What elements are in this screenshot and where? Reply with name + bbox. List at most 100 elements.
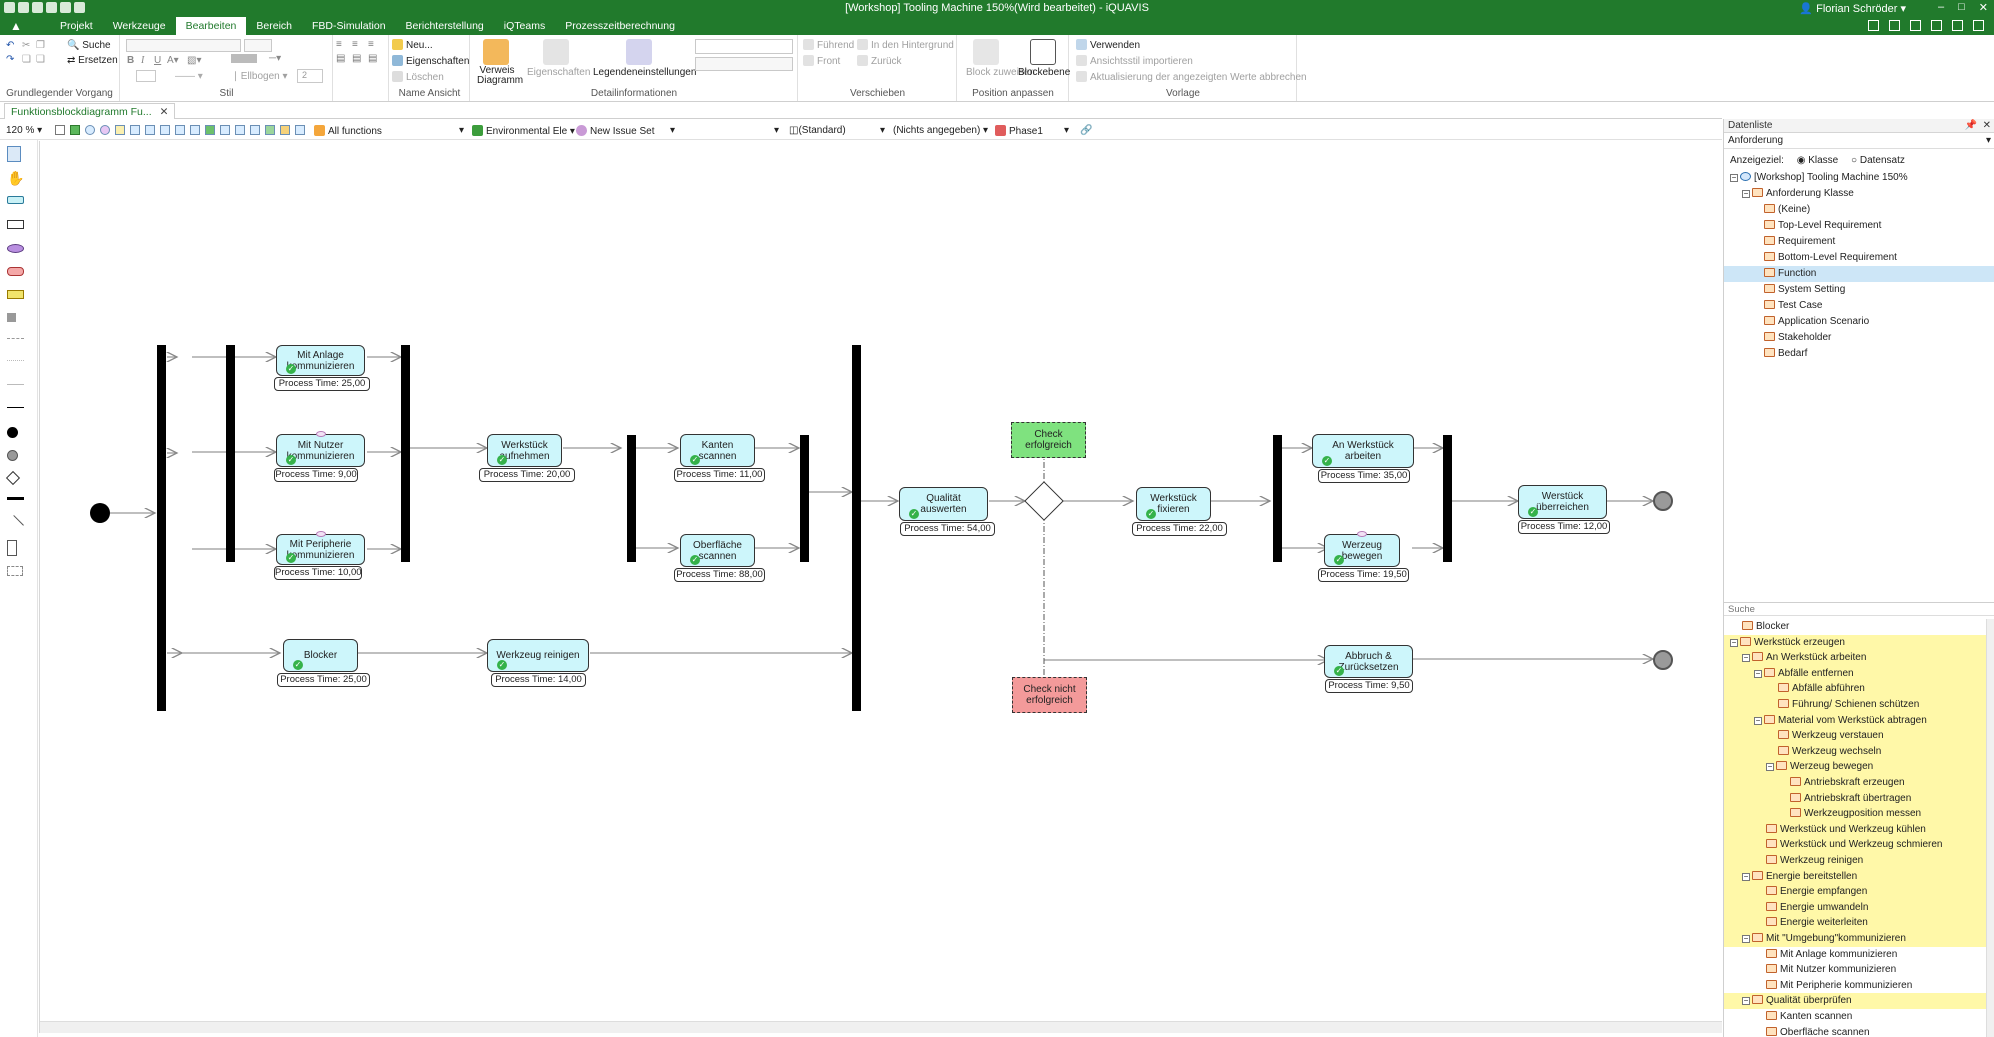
paste-icon[interactable]: ❏ [22,54,31,65]
legend-settings-button[interactable]: Legendeneinstellungen [593,67,696,78]
tab-werkzeuge[interactable]: Werkzeuge [103,17,176,35]
ellbogen-select[interactable]: ∣ Ellbogen ▾ [233,71,288,82]
function-tree-item[interactable]: − Mit "Umgebung"kommunizieren [1724,931,1988,947]
tree-item-bedarf[interactable]: Bedarf [1730,346,1994,362]
search-button[interactable]: 🔍 Suche [67,40,111,51]
link-icon[interactable]: 🔗 [1080,125,1092,136]
issue-set-select[interactable]: New Issue Set [576,125,654,137]
delete-tool-icon[interactable] [250,125,260,135]
functions-select[interactable]: All functions [314,125,382,137]
split-icon[interactable] [1889,20,1900,31]
close-panel-icon[interactable]: ✕ [1983,120,1991,131]
import-style-button[interactable]: Ansichtsstil importieren [1076,55,1193,67]
detail-select-2[interactable] [695,57,793,71]
start-node-tool-icon[interactable] [7,427,18,438]
diagram-canvas[interactable]: Check erfolgreich Check nicht erfolgreic… [39,141,1722,1033]
functions-dropdown-icon[interactable]: ▾ [459,125,464,136]
function-tree-item[interactable]: Oberfläche scannen [1724,1025,1988,1037]
join-bar-work[interactable] [1443,435,1452,562]
phase-dropdown-icon[interactable]: ▾ [1064,125,1069,136]
color-tool-icon[interactable] [280,125,290,135]
tree-item-requirement[interactable]: Requirement [1730,234,1994,250]
new-view-button[interactable]: Neu... [392,39,433,51]
chart-tool-icon[interactable] [235,125,245,135]
minimize-button[interactable]: – [1938,1,1944,14]
tree-item-application-scenario[interactable]: Application Scenario [1730,314,1994,330]
function-tree-item[interactable]: − Qualität überprüfen [1724,993,1988,1009]
shape-style-select[interactable] [136,70,156,82]
font-color-icon[interactable]: A▾ [167,55,179,66]
standard-dropdown-icon[interactable]: ▾ [880,125,885,136]
function-tree-item[interactable]: − Material vom Werkstück abtragen [1724,712,1988,729]
collapse-icon[interactable]: − [1742,190,1750,198]
collapse-icon[interactable]: − [1742,935,1750,943]
redo-icon[interactable]: ↷ [6,54,14,65]
search-icon[interactable] [1931,20,1942,31]
gray-square-tool-icon[interactable] [7,313,16,322]
tree-item-function[interactable]: Function [1724,266,1994,282]
horizontal-scrollbar[interactable] [40,1021,1722,1033]
tree-item-test-case[interactable]: Test Case [1730,298,1994,314]
align-left-icon[interactable]: ≡ [336,39,342,50]
tree-item-system-setting[interactable]: System Setting [1730,282,1994,298]
function-tree-item[interactable]: Blocker [1724,619,1988,635]
function-tree-item[interactable]: Werkzeug verstauen [1724,728,1988,744]
search-field[interactable]: Suche [1724,602,1994,616]
function-tree-item[interactable]: Werkzeug wechseln [1724,743,1988,760]
diagonal-line-tool-icon[interactable] [4,515,24,535]
collapse-icon[interactable]: − [1742,872,1750,881]
properties-view-button[interactable]: Eigenschaften [392,55,469,67]
function-node-peripherie[interactable]: Mit Peripherie kommunizieren ✓ [276,531,365,565]
scissor-tool-icon[interactable] [220,125,230,135]
function-tree-item[interactable]: Antriebskraft übertragen [1724,790,1988,807]
align-bottom-icon[interactable]: ▤ [368,53,377,64]
app-logo-icon[interactable]: ▲ [10,19,28,33]
tree-item-keine[interactable]: (Keine) [1730,202,1994,218]
trapezoid-tool-icon[interactable] [7,290,24,299]
tree-item-anforderung-klasse[interactable]: − Anforderung Klasse [1730,186,1994,202]
pin-icon[interactable]: 📌 [1965,120,1977,131]
tab-prozesszeitberechnung[interactable]: Prozesszeitberechnung [555,17,685,35]
reference-diagram-button[interactable]: Verweis Diagramm [477,66,523,86]
block-tool-icon[interactable] [130,125,140,135]
tab-bearbeiten[interactable]: Bearbeiten [175,17,247,35]
fork-bar-communicate[interactable] [226,345,235,562]
collapse-icon[interactable]: − [1730,174,1738,182]
front-button[interactable]: Front [803,55,840,67]
font-family-select[interactable] [126,39,241,52]
function-tree-item[interactable]: Werkzeug reinigen [1724,853,1988,869]
issue-dropdown-icon[interactable]: ▾ [774,125,779,136]
send-back-button[interactable]: In den Hintergrund [857,39,954,51]
maximize-button[interactable]: □ [1958,1,1965,14]
dashed-line-tool-icon[interactable] [7,338,24,339]
copy-icon[interactable]: ❐ [36,40,45,51]
map-tool-icon[interactable] [205,125,215,135]
function-tree-item[interactable]: Energie umwandeln [1724,899,1988,916]
italic-button[interactable]: I [141,55,144,66]
anforderung-select[interactable]: Anforderung ▾ [1724,134,1994,149]
cut-icon[interactable]: ✂ [22,40,30,51]
standard-select[interactable]: ◫(Standard) [789,125,846,136]
tree-item-stakeholder[interactable]: Stakeholder [1730,330,1994,346]
issue-set-dropdown-icon[interactable]: ▾ [670,125,675,136]
note-check-success[interactable]: Check erfolgreich [1011,422,1086,458]
function-node-reinigen[interactable]: Werkzeug reinigen ✓ [487,639,589,672]
fork-bar-main[interactable] [157,345,166,711]
function-node-an-werkstueck[interactable]: An Werkstück arbeiten ✓ [1312,434,1414,468]
radio-datensatz[interactable]: ○ Datensatz [1851,155,1905,166]
function-tree-item[interactable]: Energie weiterleiten [1724,915,1988,931]
collapse-icon[interactable]: − [1754,716,1762,725]
select-tool-icon[interactable] [7,146,21,162]
function-tree-item[interactable]: − Abfälle entfernen [1724,665,1988,682]
rectangle-tool-icon[interactable] [7,220,24,229]
grid-icon[interactable] [1910,20,1921,31]
layout-icon[interactable] [1868,20,1879,31]
align-middle-icon[interactable]: ▤ [352,53,361,64]
function-node-qualitaet[interactable]: Qualität auswerten ✓ [899,487,988,521]
tab-bereich[interactable]: Bereich [246,17,302,35]
function-node-fixieren[interactable]: Werkstück fixieren ✓ [1136,487,1211,521]
block-level-button[interactable]: Blockebene [1018,67,1070,78]
line-weight-icon[interactable]: ─▾ [269,53,281,64]
link-tool-icon[interactable] [175,125,185,135]
function-tree-item[interactable]: Antriebskraft erzeugen [1724,775,1988,791]
